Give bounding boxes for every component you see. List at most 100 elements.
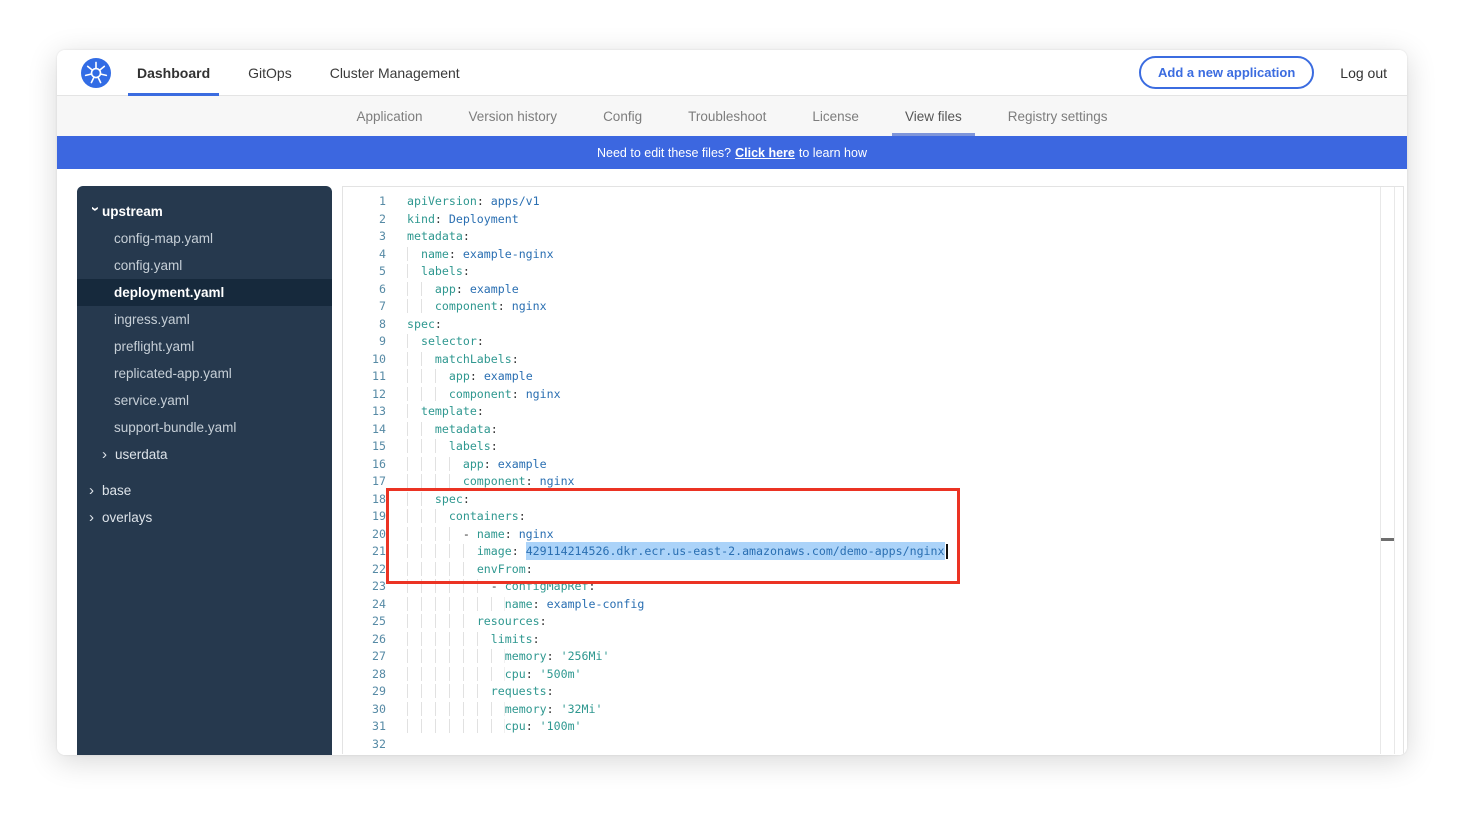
code-text: containers:: [407, 508, 526, 526]
banner-text-before: Need to edit these files?: [597, 146, 731, 160]
code-token: app: [449, 369, 470, 383]
code-token: nginx: [512, 299, 547, 313]
code-token: :: [435, 317, 442, 331]
code-token: memory: [505, 702, 547, 716]
tree-file-preflight-yaml[interactable]: preflight.yaml: [77, 333, 332, 360]
subnav-tab-license[interactable]: License: [812, 96, 859, 136]
line-number: 6: [343, 281, 386, 299]
code-token: nginx: [519, 527, 554, 541]
code-line[interactable]: 5 labels:: [343, 263, 1403, 281]
code-line[interactable]: 25 resources:: [343, 613, 1403, 631]
subnav-tab-registry-settings[interactable]: Registry settings: [1008, 96, 1108, 136]
tree-folder-userdata[interactable]: ›userdata: [77, 441, 332, 468]
code-token: app: [435, 282, 456, 296]
code-line[interactable]: 29 requests:: [343, 683, 1403, 701]
code-token: spec: [407, 317, 435, 331]
subnav-tab-troubleshoot[interactable]: Troubleshoot: [688, 96, 766, 136]
subnav-tab-config[interactable]: Config: [603, 96, 642, 136]
code-editor[interactable]: 1 apiVersion: apps/v1 2kind: Deployment3me…: [342, 186, 1404, 754]
log-out-button[interactable]: Log out: [1340, 65, 1387, 81]
code-token: :: [449, 247, 463, 261]
code-text: component: nginx: [407, 473, 575, 491]
code-line[interactable]: 1apiVersion: apps/v1: [343, 193, 1403, 211]
code-line[interactable]: 23 - configMapRef:: [343, 578, 1403, 596]
code-token: :: [512, 544, 526, 558]
code-line[interactable]: 27 memory: '256Mi': [343, 648, 1403, 666]
code-line[interactable]: 15 labels:: [343, 438, 1403, 456]
line-number: 15: [343, 438, 386, 456]
nav-tab-cluster-management[interactable]: Cluster Management: [330, 50, 460, 95]
code-line[interactable]: 32: [343, 736, 1403, 754]
code-text: matchLabels:: [407, 351, 519, 369]
code-line[interactable]: 12 component: nginx: [343, 386, 1403, 404]
code-line[interactable]: 9 selector:: [343, 333, 1403, 351]
code-text: spec:: [407, 316, 442, 334]
tree-file-config-map-yaml[interactable]: config-map.yaml: [77, 225, 332, 252]
tree-file-support-bundle-yaml[interactable]: support-bundle.yaml: [77, 414, 332, 441]
tree-folder-overlays[interactable]: ›overlays: [77, 504, 332, 531]
code-token: :: [589, 579, 596, 593]
code-line[interactable]: 17 component: nginx: [343, 473, 1403, 491]
code-line[interactable]: 18 spec:: [343, 491, 1403, 509]
code-line[interactable]: 7 component: nginx: [343, 298, 1403, 316]
code-token: apiVersion: [407, 194, 477, 208]
subnav-tab-version-history[interactable]: Version history: [469, 96, 558, 136]
code-line[interactable]: 2kind: Deployment: [343, 211, 1403, 229]
code-line[interactable]: 16 app: example: [343, 456, 1403, 474]
app-subnav: Application Version history Config Troubles…: [57, 96, 1407, 136]
code-line[interactable]: 24 name: example-config: [343, 596, 1403, 614]
code-text: labels:: [407, 438, 498, 456]
kubernetes-logo-icon: [81, 58, 111, 88]
code-line[interactable]: 6 app: example: [343, 281, 1403, 299]
code-line[interactable]: 8spec:: [343, 316, 1403, 334]
tree-folder-upstream[interactable]: ›upstream: [77, 198, 332, 225]
subnav-tab-application[interactable]: Application: [356, 96, 422, 136]
code-line[interactable]: 13 template:: [343, 403, 1403, 421]
code-line[interactable]: 21 image: 429114214526.dkr.ecr.us-east-2…: [343, 543, 1403, 561]
code-line[interactable]: 10 matchLabels:: [343, 351, 1403, 369]
code-line[interactable]: 31 cpu: '100m': [343, 718, 1403, 736]
tree-folder-base[interactable]: ›base: [77, 477, 332, 504]
code-token: :: [435, 212, 449, 226]
add-a-new-application-button[interactable]: Add a new application: [1139, 56, 1314, 89]
code-line[interactable]: 30 memory: '32Mi': [343, 701, 1403, 719]
code-line[interactable]: 11 app: example: [343, 368, 1403, 386]
code-line[interactable]: 3metadata:: [343, 228, 1403, 246]
code-text: - name: nginx: [407, 526, 554, 544]
tree-file-ingress-yaml[interactable]: ingress.yaml: [77, 306, 332, 333]
code-line[interactable]: 26 limits:: [343, 631, 1403, 649]
editor-scrollbar[interactable]: [1380, 187, 1395, 754]
code-token: name: [505, 597, 533, 611]
code-line[interactable]: 19 containers:: [343, 508, 1403, 526]
code-token: :: [498, 299, 512, 313]
code-line[interactable]: 4 name: example-nginx: [343, 246, 1403, 264]
nav-tab-gitops[interactable]: GitOps: [248, 50, 292, 95]
code-token: apps/v1: [491, 194, 540, 208]
code-line[interactable]: 28 cpu: '500m': [343, 666, 1403, 684]
code-token: :: [547, 702, 561, 716]
code-line[interactable]: 14 metadata:: [343, 421, 1403, 439]
top-nav: Dashboard GitOps Cluster Management Add a …: [57, 50, 1407, 96]
banner-click-here-link[interactable]: Click here: [735, 146, 795, 160]
code-text: image: 429114214526.dkr.ecr.us-east-2.am…: [407, 543, 948, 561]
selected-text: 429114214526.dkr.ecr.us-east-2.amazonaws…: [526, 542, 945, 560]
chevron-right-icon: ›: [102, 447, 115, 462]
line-number: 1: [343, 193, 386, 211]
code-token: :: [477, 404, 484, 418]
code-token: template: [421, 404, 477, 418]
tree-file-deployment-yaml[interactable]: deployment.yaml: [77, 279, 332, 306]
code-text: - configMapRef:: [407, 578, 595, 596]
code-line[interactable]: 20 - name: nginx: [343, 526, 1403, 544]
tree-file-config-yaml[interactable]: config.yaml: [77, 252, 332, 279]
subnav-tab-view-files[interactable]: View files: [905, 96, 962, 136]
code-line[interactable]: 22 envFrom:: [343, 561, 1403, 579]
code-token: :: [484, 457, 498, 471]
line-number: 21: [343, 543, 386, 561]
tree-file-replicated-app-yaml[interactable]: replicated-app.yaml: [77, 360, 332, 387]
edit-files-banner: Need to edit these files? Click here to …: [57, 136, 1407, 169]
code-token: selector: [421, 334, 477, 348]
tree-item-label: upstream: [102, 204, 163, 219]
nav-tab-dashboard[interactable]: Dashboard: [137, 50, 210, 95]
line-number: 11: [343, 368, 386, 386]
tree-file-service-yaml[interactable]: service.yaml: [77, 387, 332, 414]
